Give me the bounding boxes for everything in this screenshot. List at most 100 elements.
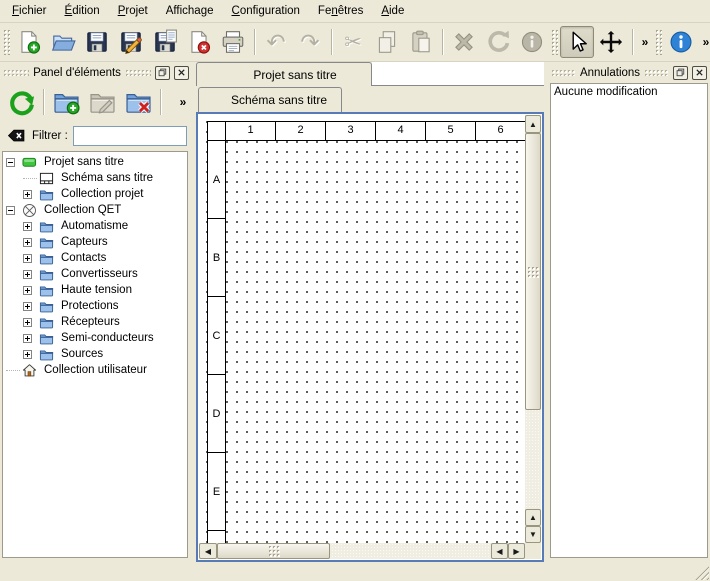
save-button[interactable]	[80, 26, 114, 58]
expander-minus-icon[interactable]	[6, 206, 15, 215]
tree-item-semi-conducteurs[interactable]: Semi-conducteurs	[3, 330, 187, 346]
toolbar-handle[interactable]	[551, 29, 558, 55]
tree-item-protections[interactable]: Protections	[3, 298, 187, 314]
expander-plus-icon[interactable]	[23, 350, 32, 359]
dock-grip[interactable]	[644, 69, 669, 76]
dock-grip[interactable]	[3, 69, 29, 76]
tree-item-contacts[interactable]: Contacts	[3, 250, 187, 266]
tree-item-capteurs[interactable]: Capteurs	[3, 234, 187, 250]
vertical-scrollbar-track[interactable]	[525, 410, 541, 509]
rotate-button[interactable]	[481, 26, 515, 58]
delete-button[interactable]	[447, 26, 481, 58]
horizontal-scrollbar-track[interactable]	[330, 543, 491, 559]
toolbar-handle[interactable]	[3, 29, 10, 55]
folder-icon	[39, 219, 55, 234]
scroll-left-button[interactable]	[199, 543, 217, 559]
expander-plus-icon[interactable]	[23, 190, 32, 199]
menu-affichage[interactable]: Affichage	[157, 0, 223, 22]
expander-plus-icon[interactable]	[23, 238, 32, 247]
toolbar-overflow-button[interactable]: »	[637, 26, 653, 58]
paste-button[interactable]	[404, 26, 438, 58]
save-as-button[interactable]	[114, 26, 148, 58]
filter-label: Filtrer :	[32, 130, 68, 142]
filter-input[interactable]	[73, 126, 187, 146]
column-header-1: 1	[226, 122, 276, 141]
menu-configuration[interactable]: Configuration	[223, 0, 309, 22]
info-gray-button[interactable]	[515, 26, 549, 58]
expander-plus-icon[interactable]	[23, 302, 32, 311]
tree-item-label: Collection utilisateur	[42, 364, 149, 376]
tree-item-collection-qet[interactable]: Collection QET	[3, 202, 187, 218]
copy-button[interactable]	[370, 26, 404, 58]
project-tab[interactable]: Projet sans titre	[196, 62, 372, 86]
expander-plus-icon[interactable]	[23, 318, 32, 327]
close-document-button[interactable]	[182, 26, 216, 58]
expander-plus-icon[interactable]	[23, 270, 32, 279]
scroll-left-button[interactable]	[491, 543, 508, 559]
tree-item-label: Semi-conducteurs	[59, 332, 156, 344]
schema-tab[interactable]: Schéma sans titre	[198, 87, 342, 112]
dock-float-button[interactable]	[673, 66, 688, 80]
expander-plus-icon[interactable]	[23, 222, 32, 231]
folder-new-button[interactable]	[48, 84, 84, 120]
tree-item-recepteurs[interactable]: Récepteurs	[3, 314, 187, 330]
menu-edition[interactable]: Édition	[56, 0, 109, 22]
tree-item-haute-tension[interactable]: Haute tension	[3, 282, 187, 298]
tree-item-convertisseurs[interactable]: Convertisseurs	[3, 266, 187, 282]
clear-filter-button[interactable]	[5, 126, 27, 146]
menu-projet[interactable]: Projet	[109, 0, 157, 22]
schema-canvas[interactable]: 123456 ABCDE	[199, 115, 525, 543]
dock-grip[interactable]	[551, 69, 576, 76]
elements-panel-titlebar[interactable]: Panel d'éléments	[0, 62, 192, 81]
vertical-scrollbar-thumb[interactable]	[525, 133, 541, 410]
info-blue-button[interactable]	[664, 26, 698, 58]
row-header-a: A	[208, 141, 226, 219]
expander-minus-icon[interactable]	[6, 158, 15, 167]
tree-item-sources[interactable]: Sources	[3, 346, 187, 362]
column-header-2: 2	[276, 122, 326, 141]
menu-fichier[interactable]: Fichier	[3, 0, 56, 22]
save-all-button[interactable]	[148, 26, 182, 58]
open-document-button[interactable]	[46, 26, 80, 58]
scroll-up-button[interactable]	[525, 115, 541, 133]
horizontal-scrollbar[interactable]	[199, 543, 525, 559]
dock-grip[interactable]	[125, 69, 151, 76]
dock-float-button[interactable]	[155, 66, 170, 80]
move-cross-button[interactable]	[594, 26, 628, 58]
menu-aide[interactable]: Aide	[372, 0, 413, 22]
refresh-button[interactable]	[3, 84, 39, 120]
folder-delete-button[interactable]	[120, 84, 156, 120]
expander-plus-icon[interactable]	[23, 334, 32, 343]
resize-grip-icon[interactable]	[695, 566, 709, 580]
tree-item-automatisme[interactable]: Automatisme	[3, 218, 187, 234]
tree-item-collection-projet[interactable]: Collection projet	[3, 186, 187, 202]
undo-button[interactable]: ↶	[259, 26, 293, 58]
new-document-button[interactable]	[12, 26, 46, 58]
dock-close-button[interactable]	[692, 66, 707, 80]
folder-edit-button[interactable]	[84, 84, 120, 120]
main-toolbar: ↶↷ ✂ » »	[0, 23, 710, 62]
dock-close-button[interactable]	[174, 66, 189, 80]
undo-panel-titlebar[interactable]: Annulations	[548, 62, 710, 81]
tree-item-projet-sans-titre[interactable]: Projet sans titre	[3, 154, 187, 170]
vertical-scrollbar[interactable]	[525, 115, 541, 543]
expander-plus-icon[interactable]	[23, 286, 32, 295]
qelectrotech-window: FichierÉditionProjetAffichageConfigurati…	[0, 0, 710, 581]
undo-list-item[interactable]: Aucune modification	[551, 84, 707, 101]
schema-tabbar: Schéma sans titre	[196, 86, 544, 112]
cut-button[interactable]: ✂	[336, 26, 370, 58]
tree-item-schema-sans-titre[interactable]: Schéma sans titre	[3, 170, 187, 186]
toolbar-handle[interactable]	[655, 29, 662, 55]
horizontal-scrollbar-thumb[interactable]	[217, 543, 330, 559]
scroll-down-button[interactable]	[525, 526, 541, 543]
menu-fenetres[interactable]: Fenêtres	[309, 0, 372, 22]
scroll-up-button[interactable]	[525, 509, 541, 526]
redo-button[interactable]: ↷	[293, 26, 327, 58]
toolbar-overflow-button[interactable]: »	[698, 26, 710, 58]
select-arrow-button[interactable]	[560, 26, 594, 58]
toolbar-separator	[331, 29, 332, 55]
print-button[interactable]	[216, 26, 250, 58]
expander-plus-icon[interactable]	[23, 254, 32, 263]
scroll-right-button[interactable]	[508, 543, 525, 559]
tree-item-collection-utilisateur[interactable]: Collection utilisateur	[3, 362, 187, 378]
